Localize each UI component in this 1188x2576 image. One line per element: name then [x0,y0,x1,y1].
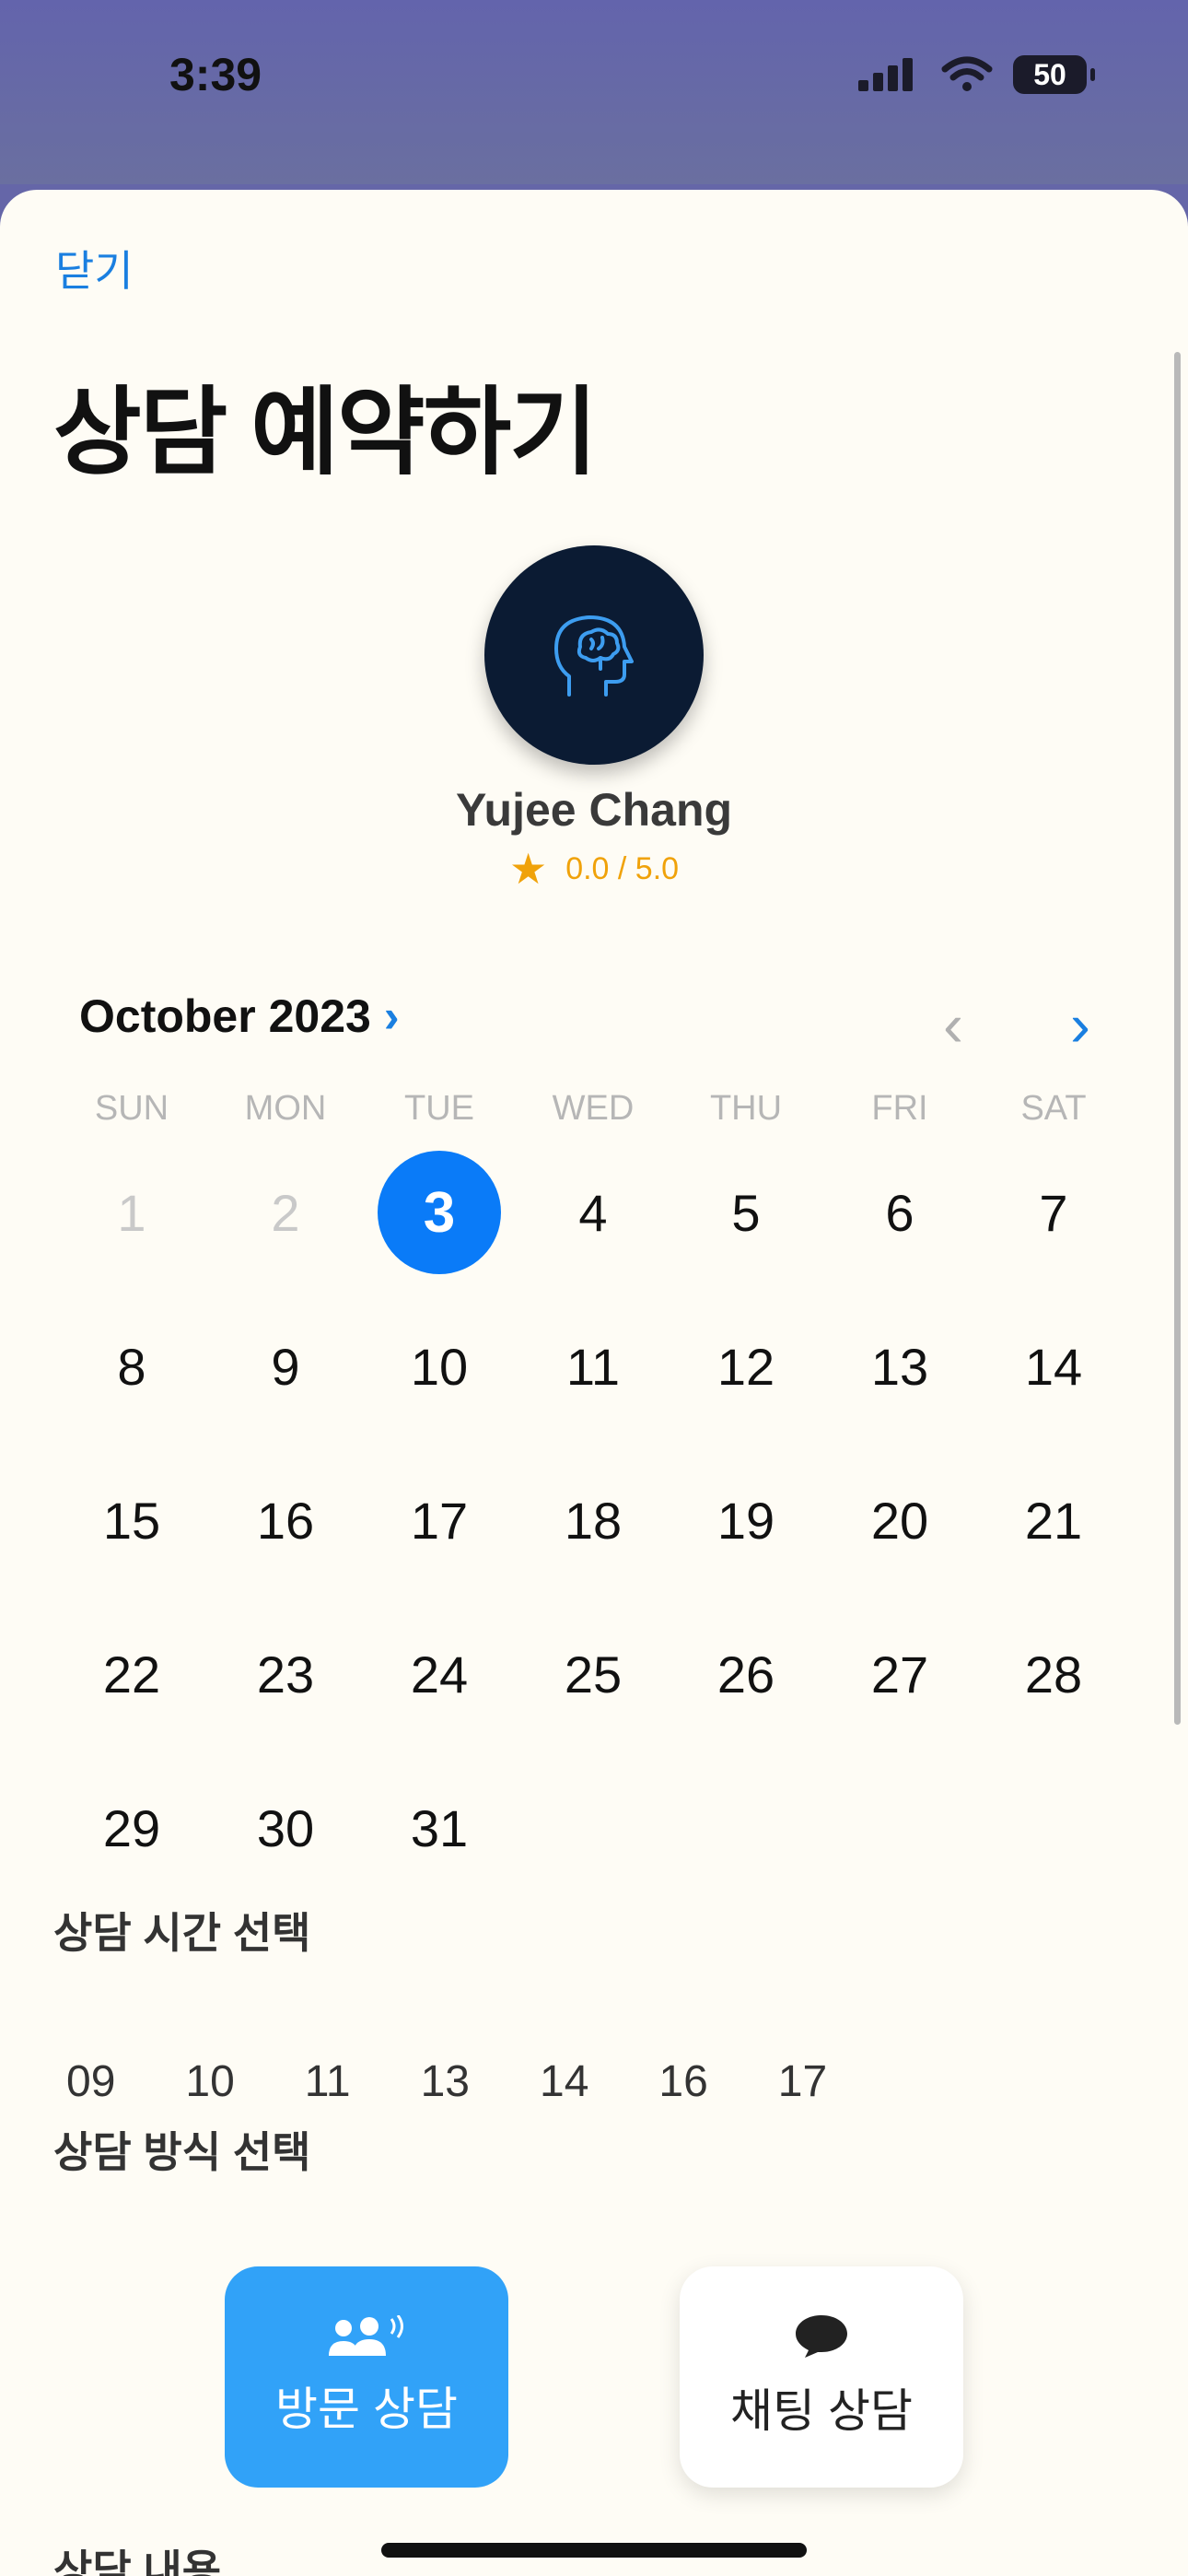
month-picker-button[interactable]: October 2023 › [79,989,399,1043]
weekday-label-mon: MON [244,1089,327,1128]
calendar-day-27[interactable]: 27 [838,1612,961,1736]
time-section-label: 상담 시간 선택 [53,1909,311,1957]
calendar-day-10[interactable]: 10 [378,1305,501,1428]
star-icon: ★ [508,845,548,893]
status-time: 3:39 [169,49,262,100]
weekday-label-wed: WED [552,1089,635,1128]
calendar-day-26[interactable]: 26 [684,1612,808,1736]
time-option-09[interactable]: 09 [53,2056,128,2107]
content-section-label: 상담 내용 [53,2547,222,2576]
calendar-day-23[interactable]: 23 [224,1612,347,1736]
calendar-day-12[interactable]: 12 [684,1305,808,1428]
calendar-day-9[interactable]: 9 [224,1305,347,1428]
signal-icon [858,58,913,91]
time-option-16[interactable]: 16 [646,2056,720,2107]
calendar-day-29[interactable]: 29 [70,1766,193,1890]
scroll-indicator [1174,352,1181,1725]
month-label: October 2023 [79,990,371,1042]
chat-bubble-icon [796,2315,847,2358]
calendar-day-1: 1 [117,1183,146,1242]
booking-sheet: 닫기 상담 예약하기 Yujee Chang ★ 0.0 / 5.0 Octob… [0,190,1188,2576]
calendar-day-24[interactable]: 24 [378,1612,501,1736]
status-icons: 50 [858,55,1095,94]
calendar-day-7[interactable]: 7 [992,1151,1115,1274]
battery-icon: 50 [1013,55,1095,94]
time-options: 09 10 11 13 14 16 17 [53,2056,884,2107]
calendar-day-4[interactable]: 4 [531,1151,655,1274]
calendar-day-6[interactable]: 6 [838,1151,961,1274]
time-option-11[interactable]: 11 [292,2056,364,2107]
calendar-day-15[interactable]: 15 [70,1458,193,1582]
calendar-day-19[interactable]: 19 [684,1458,808,1582]
time-option-14[interactable]: 14 [527,2056,601,2107]
home-indicator[interactable] [381,2543,807,2558]
calendar-day-2: 2 [271,1183,300,1242]
wifi-icon [941,56,993,91]
people-icon [329,2315,403,2356]
previous-month-button[interactable]: ‹ [943,989,963,1060]
calendar-day-21[interactable]: 21 [992,1458,1115,1582]
time-option-17[interactable]: 17 [765,2056,840,2107]
brain-head-icon [554,615,634,697]
calendar-day-22[interactable]: 22 [70,1612,193,1736]
weekday-label-sat: SAT [1020,1089,1087,1128]
counselor-name: Yujee Chang [455,784,733,836]
chevron-right-icon: › [383,990,400,1042]
calendar-day-17[interactable]: 17 [378,1458,501,1582]
chat-consultation-button[interactable]: 채팅 상담 [680,2266,963,2488]
weekday-label-fri: FRI [871,1089,928,1128]
weekday-label-tue: TUE [404,1089,474,1128]
time-option-13[interactable]: 13 [408,2056,483,2107]
calendar-day-8[interactable]: 8 [70,1305,193,1428]
status-bar: 3:39 50 [0,0,1188,184]
calendar-day-3[interactable]: 3 [378,1151,501,1274]
close-button[interactable]: 닫기 [55,238,134,299]
calendar-day-13[interactable]: 13 [838,1305,961,1428]
calendar-day-30[interactable]: 30 [224,1766,347,1890]
time-option-10[interactable]: 10 [172,2056,247,2107]
counselor-rating: ★ 0.0 / 5.0 [0,848,1188,890]
visit-consultation-button[interactable]: 방문 상담 [225,2266,508,2488]
calendar-day-18[interactable]: 18 [531,1458,655,1582]
calendar-day-20[interactable]: 20 [838,1458,961,1582]
calendar-day-25[interactable]: 25 [531,1612,655,1736]
weekday-label-sun: SUN [94,1089,169,1128]
calendar-day-14[interactable]: 14 [992,1305,1115,1428]
method-label: 방문 상담 [275,2383,458,2435]
method-section-label: 상담 방식 선택 [53,2128,311,2176]
weekday-label-thu: THU [709,1089,783,1128]
calendar-day-16[interactable]: 16 [224,1458,347,1582]
next-month-button[interactable]: › [1070,989,1090,1060]
counselor-avatar [484,545,704,765]
calendar-day-11[interactable]: 11 [531,1305,655,1428]
method-label: 채팅 상담 [730,2385,913,2437]
page-title: 상담 예약하기 [53,380,598,486]
calendar-day-28[interactable]: 28 [992,1612,1115,1736]
calendar-day-5[interactable]: 5 [684,1151,808,1274]
calendar-day-31[interactable]: 31 [378,1766,501,1890]
rating-value: 0.0 / 5.0 [565,850,680,886]
